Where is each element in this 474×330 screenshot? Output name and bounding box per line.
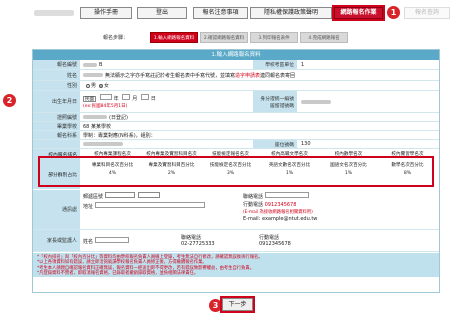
step-1: 1.輸入網路報名資料 — [150, 32, 198, 43]
row-seat: 座位號碼 130 — [33, 140, 439, 149]
unit-label: 學校考區單位 — [253, 60, 297, 69]
guardian-phone-value: 02-27725333 — [181, 241, 215, 247]
unit-value: 1 — [301, 61, 305, 68]
mobile-label: 行動電話 — [243, 202, 264, 208]
address-input[interactable] — [94, 202, 205, 208]
seat-label-left — [33, 140, 80, 148]
highlight-box-3 — [220, 296, 255, 313]
guardian-mobile-value: 0912345678 — [259, 241, 291, 247]
zip-city-select[interactable] — [104, 192, 135, 198]
char-request-link[interactable]: 造字申請表 — [235, 72, 260, 79]
email-label: E-mail — [243, 216, 259, 222]
birth-year-input[interactable] — [99, 94, 112, 100]
seat-value: 130 — [301, 141, 311, 147]
group-number-value: B — [83, 60, 102, 69]
male-text: 男 — [91, 83, 97, 89]
seat-label: 座位號碼 — [253, 140, 297, 148]
row-contact: 通訊處 郵遞區號 地址 聯絡電話 行動電話 0912345678 (E-mail… — [33, 190, 439, 230]
registration-notice-button[interactable]: 報名注意事項 — [193, 7, 248, 19]
month-unit: 月 — [132, 96, 138, 102]
contact-label: 通訊處 — [33, 190, 80, 229]
mobile-value: 0912345678 — [264, 202, 297, 208]
guardian-name-input[interactable] — [94, 236, 129, 243]
name-label: 姓名 — [33, 70, 80, 80]
era-select[interactable]: 民國 — [83, 96, 96, 102]
row-group-number: 報名編號 B 學校考區單位 1 — [33, 60, 439, 70]
birth-hint: (ex:民國84年5月1日) — [83, 104, 128, 109]
step-badge-1: 1 — [387, 6, 400, 19]
dept-label: 報名科系 — [33, 131, 80, 139]
address-label: 地址 — [83, 204, 94, 210]
logout-button[interactable]: 登出 — [137, 7, 187, 19]
school-label: 畢業學校 — [33, 122, 80, 130]
notes-panel: *「校內排名」與「校內百分比」等資料均由學校報名負責人員線上登錄，考生無法自行修… — [33, 253, 439, 277]
row-school: 畢業學校 68 某某學校 — [33, 122, 439, 131]
group-number-label: 報名編號 — [33, 60, 80, 69]
guardian-mobile-group: 行動電話 0912345678 — [259, 230, 291, 251]
gender-options: 男 女 — [83, 81, 109, 90]
name-note: 無法顯示之字亦手寫註記於考生報名表中手寫代號，並填寫 — [105, 72, 236, 79]
female-text: 女 — [104, 83, 110, 89]
guardian-name-group: 姓名 — [83, 230, 131, 251]
step-badge-2: 2 — [3, 94, 16, 107]
form-header: 1.輸入網路報名資料 — [33, 50, 439, 60]
guardian-phone-group: 聯絡電話 02-27725333 — [181, 230, 215, 251]
birth-label: 出生年月日 — [33, 91, 80, 112]
phone-input[interactable] — [264, 192, 309, 198]
row-id-type: 證照編號 (日登記) — [33, 113, 439, 122]
email-value: example@ntut.edu.tw — [261, 216, 318, 222]
school-value: 68 某某學校 — [83, 123, 111, 130]
name-note-suffix: 連同報名表寄回 — [260, 72, 296, 79]
note-4: *凡登錄資料不實者，即取消報名資格，已錄取者撤銷錄取資格，並負相關法律責任。 — [37, 271, 199, 277]
id-value — [301, 91, 333, 112]
contact-phones: 聯絡電話 行動電話 0912345678 (E-mail 為接收網路報名相關資料… — [243, 192, 318, 222]
seat-blurred — [83, 140, 125, 148]
row-gender: 性別 男 女 — [33, 81, 439, 91]
day-unit: 日 — [150, 96, 156, 102]
zip-district-select[interactable] — [138, 192, 161, 198]
blurred-username — [34, 10, 74, 16]
gender-male-radio[interactable] — [86, 83, 90, 88]
guardian-name-label: 姓名 — [83, 238, 94, 245]
gender-female-radio[interactable] — [99, 83, 104, 88]
email-note: (E-mail 為接收網路報名相關資料用) — [243, 210, 313, 215]
birth-day-input[interactable] — [140, 94, 149, 100]
row-birth-id: 出生年月日 民國 年 月 日 (ex:民國84年5月1日) 身分證統一編號 居留證… — [33, 91, 439, 113]
step-4: 4.完成網路報名 — [300, 32, 348, 43]
row-guardian: 家長或監護人 姓名 聯絡電話 02-27725333 行動電話 09123456… — [33, 230, 439, 252]
row-name: 姓名 無法顯示之字亦手寫註記於考生報名表中手寫代號，並填寫 造字申請表 連同報名… — [33, 70, 439, 81]
id-label: 身分證統一編號 居留證號碼 — [253, 91, 297, 112]
top-toolbar: 操作手冊 登出 報名注意事項 隱私權保護政策聲明 網路報名作業 報名查詢 — [0, 0, 474, 22]
phone-label: 聯絡電話 — [243, 194, 264, 200]
contact-inputs: 郵遞區號 地址 — [83, 190, 207, 229]
highlight-box-2 — [38, 156, 434, 187]
step-3: 3.列印報名表件 — [250, 32, 298, 43]
gender-label: 性別 — [33, 81, 80, 90]
steps-label: 報名步驟： — [103, 35, 129, 41]
zip-label: 郵遞區號 — [83, 194, 104, 200]
manual-button[interactable]: 操作手冊 — [80, 7, 132, 19]
step-2: 2.確認網路報名資料 — [200, 32, 248, 43]
birth-inputs: 民國 年 月 日 (ex:民國84年5月1日) — [83, 91, 156, 112]
highlight-box-1 — [332, 5, 385, 21]
birth-month-input[interactable] — [122, 94, 131, 100]
id-type-label: 證照編號 — [33, 113, 80, 121]
id-type-value: (日登記) — [83, 113, 128, 121]
year-unit: 年 — [113, 96, 119, 102]
privacy-policy-button[interactable]: 隱私權保護政策聲明 — [250, 7, 332, 19]
row-dept: 報名科系 學制：專業對應(N科系)，組別： — [33, 131, 439, 140]
name-value: 無法顯示之字亦手寫註記於考生報名表中手寫代號，並填寫 造字申請表 連同報名表寄回 — [83, 70, 295, 80]
guardian-label: 家長或監護人 — [33, 230, 80, 251]
registration-query-button[interactable]: 報名查詢 — [404, 7, 450, 19]
dept-value: 學制：專業對應(N科系)，組別： — [83, 132, 156, 139]
